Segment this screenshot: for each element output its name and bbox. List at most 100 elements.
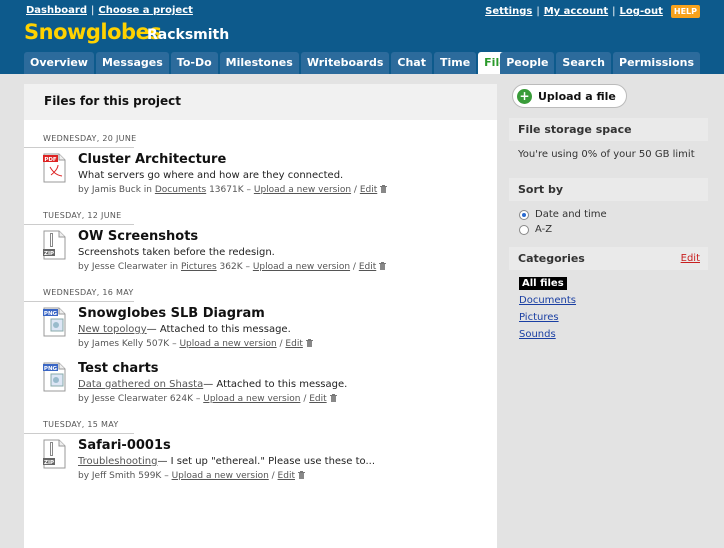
- sort-options: Date and time A-Z: [509, 201, 708, 237]
- trash-icon[interactable]: [379, 262, 387, 270]
- svg-text:ZIP: ZIP: [44, 460, 54, 466]
- file-description: New topology— Attached to this message.: [78, 322, 497, 337]
- tab-milestones[interactable]: Milestones: [219, 52, 299, 74]
- date-heading: TUESDAY, 15 MAY: [24, 420, 497, 434]
- trash-icon[interactable]: [329, 394, 337, 402]
- upload-new-version-link[interactable]: Upload a new version: [253, 262, 350, 272]
- date-heading: WEDNESDAY, 20 JUNE: [24, 134, 497, 148]
- message-link[interactable]: Data gathered on Shasta: [78, 379, 203, 390]
- categories-title: Categories: [518, 252, 585, 265]
- svg-text:ZIP: ZIP: [44, 251, 54, 257]
- file-category-link[interactable]: Documents: [155, 185, 206, 195]
- svg-text:PDF: PDF: [44, 157, 57, 163]
- file-list: WEDNESDAY, 20 JUNE PDF Cluster Architectur…: [24, 134, 497, 483]
- radio-button[interactable]: [519, 209, 529, 220]
- file-author: by Jesse Clearwater in: [78, 262, 179, 272]
- file-description: Data gathered on Shasta— Attached to thi…: [78, 377, 497, 392]
- upload-new-version-link[interactable]: Upload a new version: [179, 339, 276, 349]
- file-meta: by Jeff Smith 599K – Upload a new versio…: [78, 469, 497, 483]
- tab-time[interactable]: Time: [433, 52, 477, 74]
- sort-option[interactable]: A-Z: [509, 222, 708, 237]
- header-bar: Dashboard | Choose a project Settings | My a…: [0, 0, 724, 74]
- zip-icon[interactable]: ZIP: [43, 230, 66, 260]
- file-meta: by Jesse Clearwater 624K – Upload a new …: [78, 392, 497, 406]
- png-icon[interactable]: PNG: [43, 362, 66, 392]
- trash-icon[interactable]: [305, 339, 313, 347]
- help-button[interactable]: HELP: [670, 5, 700, 18]
- file-item: ZIP Safari-0001s Troubleshooting— I set up…: [24, 438, 497, 483]
- file-author: by Jeff Smith: [78, 471, 136, 481]
- dashboard-link[interactable]: Dashboard: [26, 5, 87, 16]
- file-title[interactable]: OW Screenshots: [78, 229, 497, 245]
- file-description: What servers go where and how are they c…: [78, 168, 497, 183]
- file-description: Screenshots taken before the redesign.: [78, 245, 497, 260]
- tab-people[interactable]: People: [500, 52, 555, 74]
- description-text: — I set up "ethereal." Please use these …: [157, 456, 376, 467]
- zip-icon[interactable]: ZIP: [43, 439, 66, 469]
- category-item[interactable]: All files: [509, 275, 708, 292]
- tab-writeboards[interactable]: Writeboards: [300, 52, 390, 74]
- category-label[interactable]: Documents: [519, 295, 576, 306]
- file-item: PNG Snowglobes SLB Diagram New topology— A…: [24, 306, 497, 351]
- trash-icon[interactable]: [380, 185, 388, 193]
- file-category-link[interactable]: Pictures: [181, 262, 217, 272]
- file-size: 362K: [219, 262, 243, 272]
- message-link[interactable]: New topology: [78, 324, 147, 335]
- edit-link[interactable]: Edit: [278, 471, 295, 481]
- category-list: All files Documents Pictures Sounds: [509, 270, 708, 343]
- upload-new-version-link[interactable]: Upload a new version: [254, 185, 351, 195]
- file-title[interactable]: Cluster Architecture: [78, 152, 497, 168]
- top-right-links: Settings | My account | Log-out HELP: [485, 5, 700, 18]
- message-link[interactable]: Troubleshooting: [78, 456, 157, 467]
- top-left-links: Dashboard | Choose a project: [26, 5, 193, 16]
- edit-link[interactable]: Edit: [285, 339, 302, 349]
- category-item[interactable]: Sounds: [509, 326, 708, 343]
- tab-messages[interactable]: Messages: [95, 52, 169, 74]
- file-item: PDF Cluster Architecture What servers go w…: [24, 152, 497, 197]
- storage-usage-text: You're using 0% of your 50 GB limit: [518, 149, 695, 160]
- project-name: Racksmith: [147, 27, 230, 43]
- pdf-icon[interactable]: PDF: [43, 153, 66, 183]
- description-text: What servers go where and how are they c…: [78, 170, 344, 181]
- tab-chat[interactable]: Chat: [391, 52, 432, 74]
- edit-link[interactable]: Edit: [309, 394, 326, 404]
- file-author: by James Kelly: [78, 339, 144, 349]
- settings-link[interactable]: Settings: [485, 6, 532, 17]
- trash-icon[interactable]: [297, 471, 305, 479]
- upload-new-version-link[interactable]: Upload a new version: [203, 394, 300, 404]
- plus-icon: +: [517, 88, 532, 104]
- edit-link[interactable]: Edit: [359, 262, 376, 272]
- file-size: 624K: [169, 394, 194, 404]
- upload-file-button[interactable]: + Upload a file: [512, 84, 627, 108]
- category-item[interactable]: Pictures: [509, 309, 708, 326]
- radio-button[interactable]: [519, 224, 529, 235]
- upload-file-label: Upload a file: [538, 89, 616, 103]
- category-label[interactable]: Pictures: [519, 312, 559, 323]
- sort-option-label: A-Z: [535, 224, 553, 235]
- category-item[interactable]: Documents: [509, 292, 708, 309]
- upload-new-version-link[interactable]: Upload a new version: [172, 471, 269, 481]
- file-author: by Jesse Clearwater: [78, 394, 168, 404]
- tab-permissions[interactable]: Permissions: [613, 52, 700, 74]
- logout-link[interactable]: Log-out: [620, 6, 663, 17]
- my-account-link[interactable]: My account: [544, 6, 608, 17]
- tab-search[interactable]: Search: [556, 52, 612, 74]
- sidebar: + Upload a file File storage space You'r…: [509, 84, 708, 343]
- category-label[interactable]: All files: [519, 277, 567, 290]
- files-panel: Files for this project WEDNESDAY, 20 JUN…: [24, 84, 497, 548]
- sort-option[interactable]: Date and time: [509, 207, 708, 222]
- category-label[interactable]: Sounds: [519, 329, 556, 340]
- categories-edit-link[interactable]: Edit: [681, 247, 700, 270]
- tab-to-do[interactable]: To-Do: [170, 52, 218, 74]
- edit-link[interactable]: Edit: [360, 185, 377, 195]
- svg-text:PNG: PNG: [44, 366, 58, 372]
- file-title[interactable]: Snowglobes SLB Diagram: [78, 306, 497, 322]
- description-text: — Attached to this message.: [203, 379, 348, 390]
- choose-project-link[interactable]: Choose a project: [98, 5, 193, 16]
- file-title[interactable]: Test charts: [78, 361, 497, 377]
- png-icon[interactable]: PNG: [43, 307, 66, 337]
- main-tabs: Overview Messages To-Do Milestones Writeboar…: [24, 52, 521, 74]
- file-title[interactable]: Safari-0001s: [78, 438, 497, 454]
- admin-tabs: People Search Permissions: [500, 52, 700, 74]
- tab-overview[interactable]: Overview: [24, 52, 94, 74]
